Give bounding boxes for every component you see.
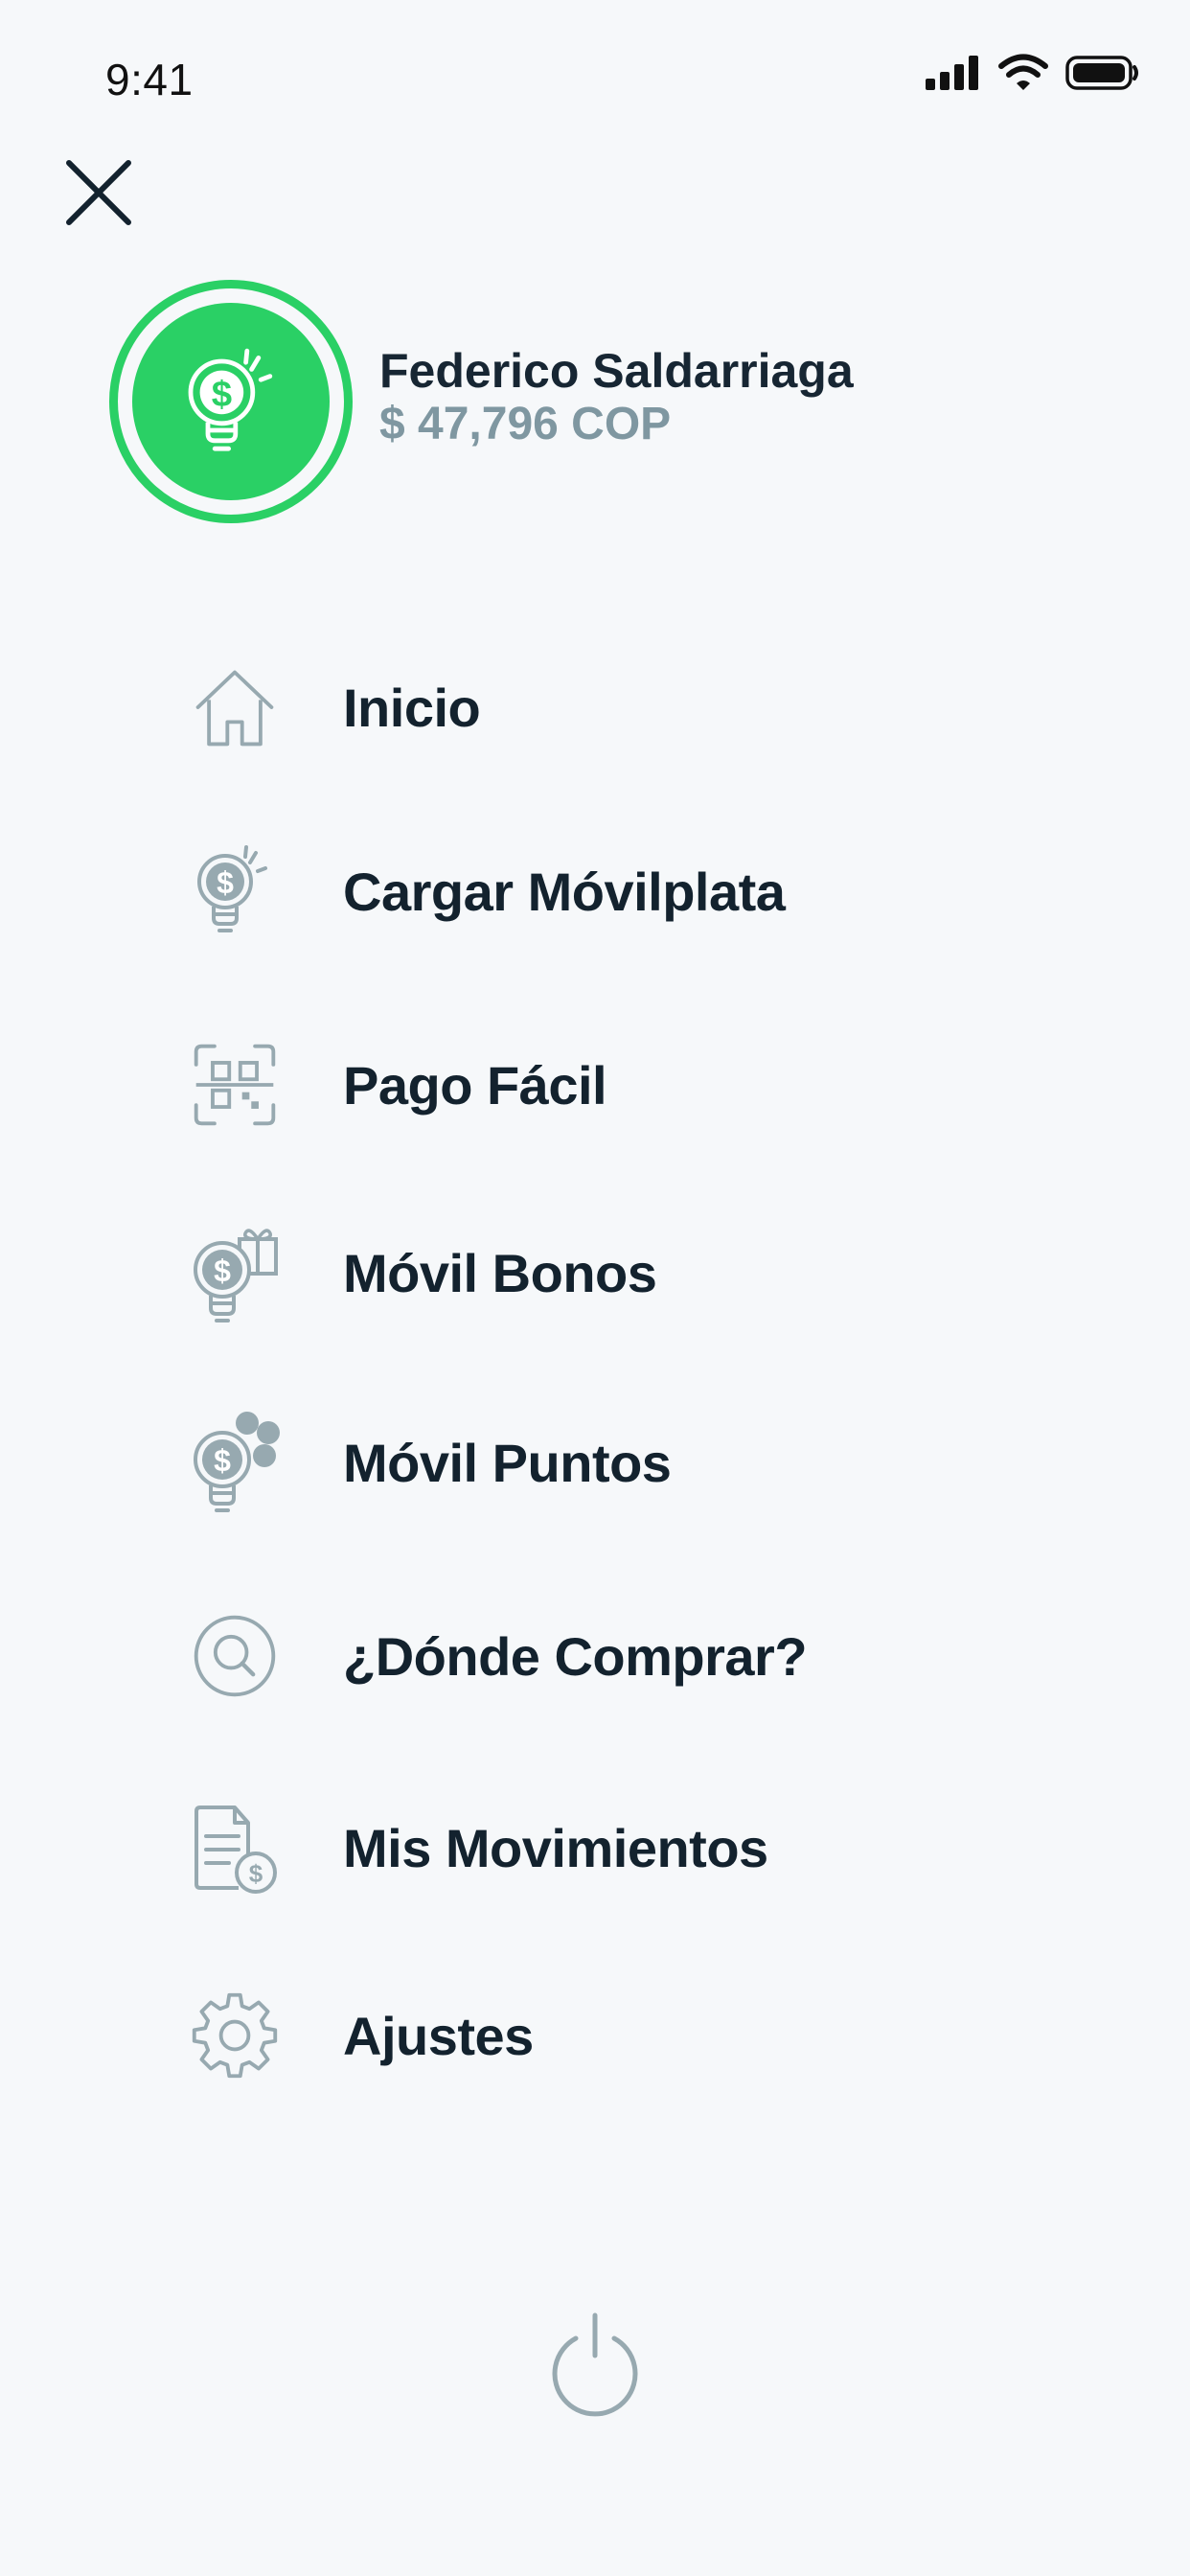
menu-label-inicio: Inicio — [343, 677, 481, 738]
transactions-icon: $ — [195, 1806, 277, 1894]
menu-label-pago-facil: Pago Fácil — [343, 1054, 607, 1116]
status-time: 9:41 — [105, 55, 194, 104]
money-bulb-icon: $ — [197, 845, 267, 932]
svg-text:$: $ — [249, 1859, 263, 1888]
menu-item-donde-comprar[interactable]: ¿Dónde Comprar? — [182, 1598, 1044, 1714]
wifi-icon — [998, 54, 1048, 90]
menu-item-pago-facil[interactable]: Pago Fácil — [182, 1027, 1044, 1142]
menu-item-inicio[interactable]: Inicio — [182, 650, 1044, 765]
menu-label-movil-puntos: Móvil Puntos — [343, 1432, 672, 1493]
user-balance: $ 47,796 COP — [379, 399, 672, 449]
qr-scan-icon — [194, 1044, 276, 1126]
gear-icon — [192, 1992, 278, 2079]
menu-label-mis-movimientos: Mis Movimientos — [343, 1817, 768, 1878]
menu-label-ajustes: Ajustes — [343, 2005, 534, 2066]
menu-label-movil-bonos: Móvil Bonos — [343, 1242, 657, 1303]
gift-bulb-icon: $ — [194, 1229, 278, 1322]
menu-item-ajustes[interactable]: Ajustes — [182, 1978, 1044, 2093]
menu-item-mis-movimientos[interactable]: $ Mis Movimientos — [182, 1790, 1044, 1905]
user-name: Federico Saldarriaga — [379, 344, 854, 398]
battery-icon — [1065, 56, 1138, 90]
logout-button[interactable] — [547, 2310, 643, 2417]
signal-icon — [926, 56, 978, 90]
home-icon — [195, 670, 274, 747]
menu-item-cargar-movilplata[interactable]: $ Cargar Móvilplata — [182, 834, 1044, 949]
svg-text:$: $ — [212, 374, 232, 415]
status-bar: 9:41 — [0, 0, 1190, 144]
points-bulb-icon: $ — [194, 1412, 280, 1512]
avatar[interactable]: $ — [109, 280, 353, 523]
menu-item-movil-bonos[interactable]: $ Móvil Bonos — [182, 1215, 1044, 1330]
status-icons — [924, 54, 1140, 92]
money-bulb-icon: $ — [188, 348, 273, 451]
power-icon — [552, 2312, 638, 2417]
svg-text:$: $ — [214, 1443, 231, 1478]
menu-label-donde-comprar: ¿Dónde Comprar? — [343, 1625, 808, 1687]
menu-label-cargar-movilplata: Cargar Móvilplata — [343, 861, 786, 922]
search-icon — [194, 1615, 276, 1697]
profile-header: $ Federico Saldarriaga $ 47,796 COP — [109, 280, 854, 523]
close-button[interactable] — [63, 157, 134, 228]
svg-text:$: $ — [217, 865, 234, 900]
menu-item-movil-puntos[interactable]: $ Móvil Puntos — [182, 1405, 1044, 1520]
svg-text:$: $ — [214, 1254, 231, 1288]
close-icon — [66, 160, 131, 225]
